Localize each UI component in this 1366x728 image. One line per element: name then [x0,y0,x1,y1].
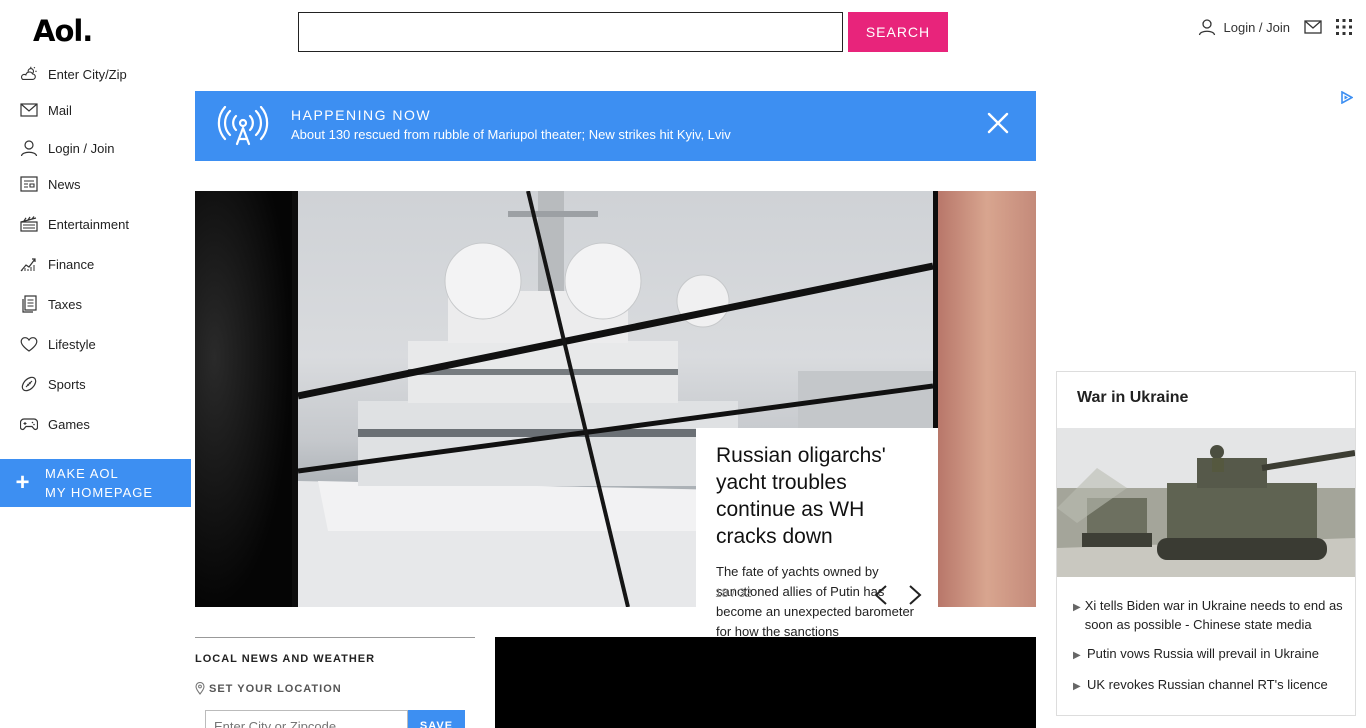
happening-now-label: HAPPENING NOW [291,107,432,123]
carousel-caption-card[interactable]: Russian oligarchs' yacht troubles contin… [696,428,938,638]
mail-icon[interactable] [1304,20,1322,34]
set-location-label: SET YOUR LOCATION [209,682,342,695]
chevron-right-icon[interactable] [906,584,924,606]
sidebar-item-login[interactable]: Login / Join [20,138,115,158]
war-headline-list: ▶ Xi tells Biden war in Ukraine needs to… [1073,596,1343,706]
sidebar-item-label: Sports [48,376,86,392]
war-headline-text: Xi tells Biden war in Ukraine needs to e… [1084,598,1343,632]
location-pin-icon [195,682,205,695]
local-news-title: LOCAL NEWS AND WEATHER [195,653,376,665]
newspaper-icon [20,175,38,193]
sidebar-item-label: Taxes [48,296,82,312]
sidebar-item-news[interactable]: News [20,174,81,194]
sidebar-item-games[interactable]: Games [20,414,90,434]
ad-choices-icon[interactable] [1340,91,1353,104]
set-location-link[interactable]: SET YOUR LOCATION [195,682,342,695]
user-icon [20,139,38,157]
war-in-ukraine-card: War in Ukraine ▶ Xi tells Biden war in U [1056,371,1356,716]
war-headline-text: Putin vows Russia will prevail in Ukrain… [1087,646,1319,661]
close-icon[interactable] [987,112,1009,134]
sidebar-item-label: News [48,176,81,192]
video-player[interactable] [495,637,1036,728]
heart-icon [20,335,38,353]
header-login-label: Login / Join [1223,19,1291,35]
divider [195,637,475,638]
search-button[interactable]: SEARCH [848,12,948,52]
carousel-counter: 18 / 32 [715,586,752,600]
football-icon [20,375,38,393]
header-login-link[interactable]: Login / Join [1198,18,1291,36]
sidebar-item-label: Enter City/Zip [48,66,127,82]
aol-homepage: Aol. SEARCH Login / Join Enter City/Zip [0,0,1366,728]
play-triangle-icon: ▶ [1073,602,1081,613]
tank-illustration [1057,428,1355,577]
sidebar-item-label: Entertainment [48,216,129,232]
clapperboard-icon [20,215,38,233]
sidebar-item-lifestyle[interactable]: Lifestyle [20,334,96,354]
mail-icon [20,101,38,119]
sidebar-item-label: Lifestyle [48,336,96,352]
war-card-image[interactable] [1057,428,1355,577]
play-triangle-icon: ▶ [1073,650,1081,661]
plus-icon: + [15,469,30,496]
sidebar-item-label: Games [48,416,90,432]
sidebar-item-label: Finance [48,256,95,272]
sidebar-item-taxes[interactable]: Taxes [20,294,82,314]
apps-grid-icon[interactable] [1336,19,1352,35]
user-icon [1198,18,1216,36]
save-location-button[interactable]: SAVE [408,710,465,728]
happening-now-headline[interactable]: About 130 rescued from rubble of Mariupo… [291,127,731,142]
war-headline-text: UK revokes Russian channel RT's licence [1087,677,1328,692]
sidebar-item-entertainment[interactable]: Entertainment [20,214,129,234]
sidebar-item-mail[interactable]: Mail [20,100,72,120]
chart-line-icon [20,255,38,273]
chevron-left-icon[interactable] [872,584,890,606]
carousel-headline[interactable]: Russian oligarchs' yacht troubles contin… [716,442,918,550]
happening-now-banner[interactable]: HAPPENING NOW About 130 rescued from rub… [195,91,1036,161]
war-headline-item[interactable]: ▶ Putin vows Russia will prevail in Ukra… [1073,644,1343,665]
carousel-prev-slide-image[interactable] [195,191,292,607]
make-homepage-button[interactable]: + MAKE AOL MY HOMEPAGE [0,459,191,507]
homepage-line-1: MAKE AOL [45,466,119,481]
sidebar-item-sports[interactable]: Sports [20,374,86,394]
header-actions: Login / Join [1198,18,1352,36]
war-headline-item[interactable]: ▶ UK revokes Russian channel RT's licenc… [1073,675,1343,696]
sidebar-item-label: Mail [48,102,72,118]
weather-cloud-icon [20,65,38,83]
aol-logo[interactable]: Aol. [33,14,93,48]
document-stack-icon [20,295,38,313]
zipcode-input[interactable] [205,710,408,728]
carousel-next-slide-image[interactable] [938,191,1036,607]
war-headline-item[interactable]: ▶ Xi tells Biden war in Ukraine needs to… [1073,596,1343,634]
gamepad-icon [20,415,38,433]
sidebar-item-label: Login / Join [48,140,115,156]
broadcast-tower-icon [217,106,269,146]
homepage-line-2: MY HOMEPAGE [45,485,154,500]
sidebar-item-finance[interactable]: Finance [20,254,94,274]
war-card-title[interactable]: War in Ukraine [1077,389,1188,407]
play-triangle-icon: ▶ [1073,681,1081,692]
search-input[interactable] [298,12,843,52]
sidebar-item-weather[interactable]: Enter City/Zip [20,64,127,84]
